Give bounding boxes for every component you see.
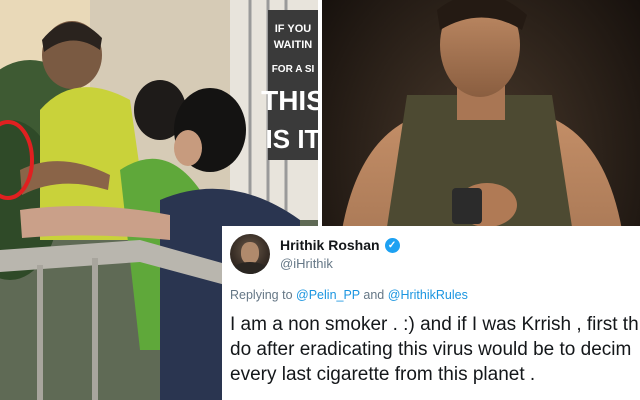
user-handle[interactable]: @iHrithik [280, 256, 333, 271]
tweet-card: Hrithik Roshan ✓ @iHrithik Replying to @… [222, 226, 640, 400]
verified-badge-icon: ✓ [384, 237, 400, 253]
replying-to-line: Replying to @Pelin_PP and @HrithikRules [230, 288, 468, 302]
tweet-text: I am a non smoker . :) and if I was Krri… [230, 312, 640, 387]
sign-line-5: IS IT [266, 124, 318, 154]
mention-link-1[interactable]: @Pelin_PP [296, 288, 360, 302]
sign-line-1: IF YOU [275, 23, 312, 35]
sign-line-2: WAITIN [274, 39, 313, 51]
replying-prefix: Replying to [230, 288, 293, 302]
replying-and: and [363, 288, 385, 302]
tweet-line-1: I am a non smoker . :) and if I was Krri… [230, 314, 639, 335]
display-name[interactable]: Hrithik Roshan [280, 237, 380, 253]
avatar[interactable] [230, 234, 270, 274]
tweet-author: Hrithik Roshan ✓ [280, 237, 400, 253]
sign-line-3: FOR A SI [272, 64, 315, 75]
tweet-line-3: every last cigarette from this planet . [230, 364, 536, 385]
sign-line-4: THIS [261, 85, 318, 116]
tweet-line-2: do after eradicating this virus would be… [230, 339, 632, 360]
mention-link-2[interactable]: @HrithikRules [388, 288, 468, 302]
